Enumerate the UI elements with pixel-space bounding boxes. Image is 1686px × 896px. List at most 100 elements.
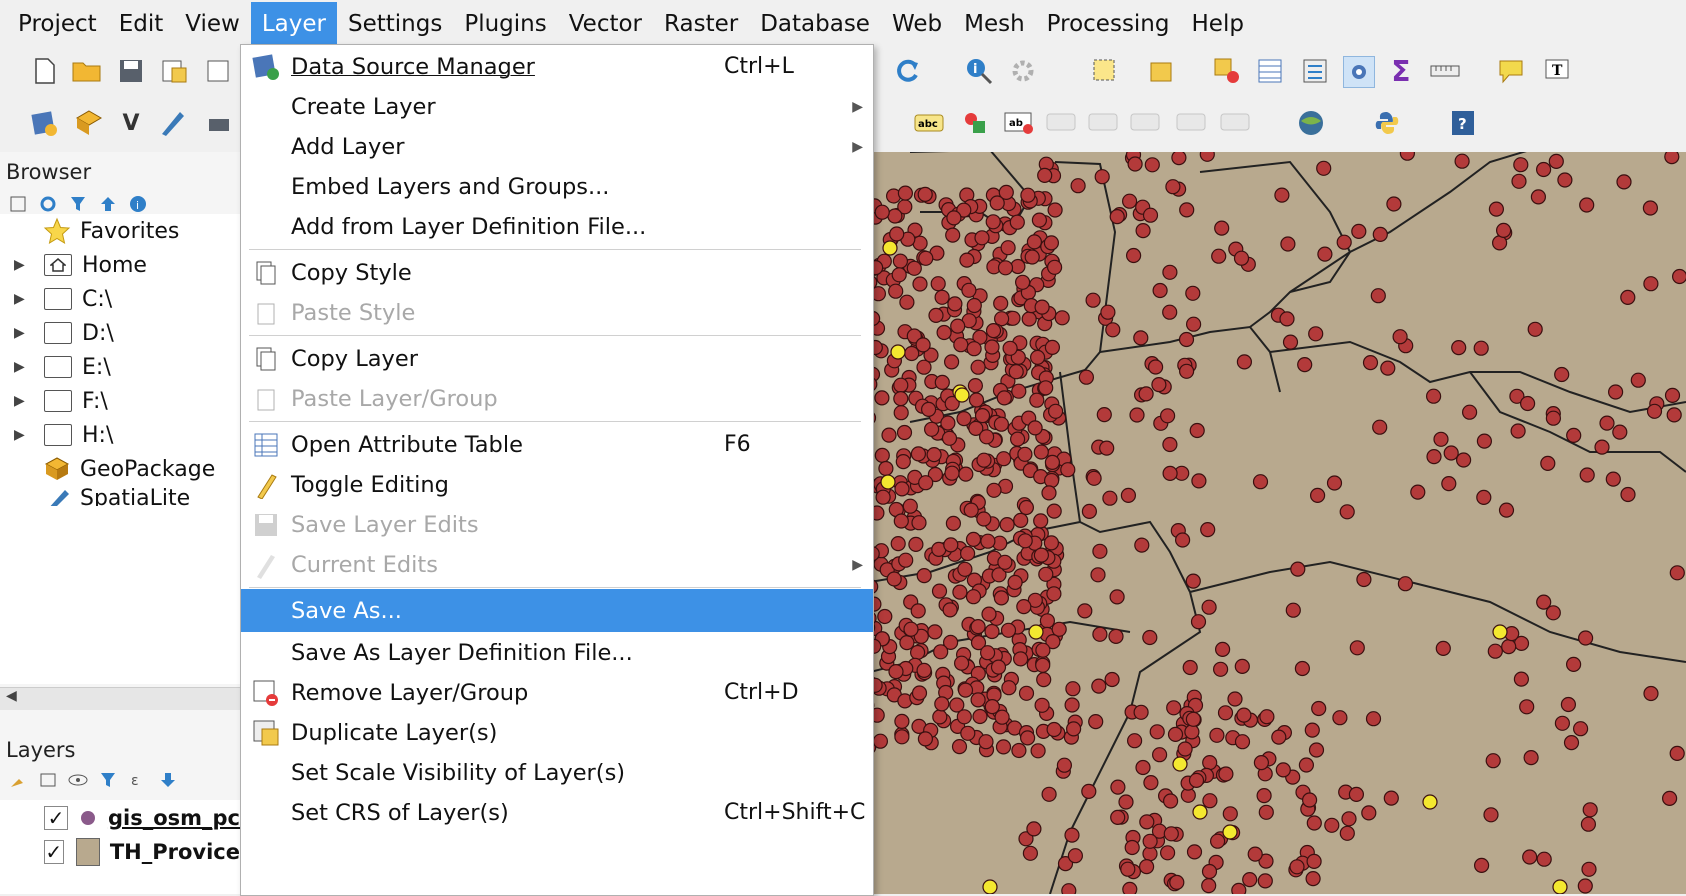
attribute-table-icon[interactable] <box>1255 56 1285 86</box>
browser-item-e-drive[interactable]: ▶ E:\ <box>0 350 240 384</box>
style-brush-icon[interactable] <box>8 770 28 790</box>
data-source-manager-icon[interactable] <box>30 108 60 138</box>
label-pin-icon[interactable] <box>1046 108 1076 138</box>
expand-arrow-icon[interactable]: ▶ <box>14 393 28 409</box>
menu-plugins[interactable]: Plugins <box>453 2 557 46</box>
refresh-icon[interactable] <box>38 194 58 214</box>
label-rotate-icon[interactable] <box>1176 108 1206 138</box>
add-group-icon[interactable] <box>38 770 58 790</box>
layer-visibility-checkbox[interactable]: ✓ <box>44 806 68 830</box>
label-diagram-icon[interactable] <box>960 108 990 138</box>
new-geopackage-icon[interactable] <box>74 108 104 138</box>
browser-item-spatialite[interactable]: SpatiaLite <box>0 486 240 506</box>
field-calculator-icon[interactable] <box>1300 56 1330 86</box>
layer-item-th-provice[interactable]: ✓ TH_Provice <box>0 836 240 868</box>
menu-item-duplicate-layers[interactable]: Duplicate Layer(s) <box>241 711 873 754</box>
map-canvas[interactable] <box>870 152 1686 894</box>
refresh-icon[interactable] <box>892 56 922 86</box>
expand-all-icon[interactable] <box>158 770 178 790</box>
gps-icon[interactable] <box>204 108 234 138</box>
menu-project[interactable]: Project <box>0 2 108 46</box>
browser-item-favorites[interactable]: Favorites <box>0 214 240 248</box>
menu-vector[interactable]: Vector <box>558 2 653 46</box>
menu-help[interactable]: Help <box>1181 2 1255 46</box>
open-project-icon[interactable] <box>72 56 102 86</box>
save-as-project-icon[interactable] <box>160 56 190 86</box>
expand-arrow-icon[interactable]: ▶ <box>14 325 28 341</box>
menu-raster[interactable]: Raster <box>653 2 749 46</box>
menu-item-add-from-definition[interactable]: Add from Layer Definition File... <box>241 205 873 248</box>
menu-web[interactable]: Web <box>881 2 953 46</box>
expand-arrow-icon[interactable]: ▶ <box>14 291 28 307</box>
layers-list[interactable]: ✓ gis_osm_pc ✓ TH_Provice <box>0 800 240 894</box>
label-move-icon[interactable] <box>1130 108 1160 138</box>
filter-expression-icon[interactable]: ε <box>128 770 148 790</box>
python-console-icon[interactable] <box>1372 108 1402 138</box>
menu-item-set-scale-visibility[interactable]: Set Scale Visibility of Layer(s) <box>241 751 873 794</box>
label-change-icon[interactable] <box>1220 108 1250 138</box>
menu-item-save-layer-edits[interactable]: Save Layer Edits <box>241 503 873 546</box>
menu-item-copy-layer[interactable]: Copy Layer <box>241 337 873 380</box>
new-virtual-layer-icon[interactable]: V <box>116 108 146 138</box>
menu-item-open-attribute-table[interactable]: Open Attribute Table F6 <box>241 423 873 466</box>
menu-item-create-layer[interactable]: Create Layer ▶ <box>241 85 873 128</box>
processing-toolbox-icon[interactable] <box>1343 56 1375 88</box>
menu-item-toggle-editing[interactable]: Toggle Editing <box>241 463 873 506</box>
text-annotation-icon[interactable]: T <box>1542 56 1572 86</box>
layer-visibility-checkbox[interactable]: ✓ <box>44 840 64 864</box>
menu-edit[interactable]: Edit <box>108 2 175 46</box>
collapse-all-icon[interactable] <box>98 194 118 214</box>
label-show-hide-icon[interactable] <box>1088 108 1118 138</box>
info-icon[interactable]: i <box>128 194 148 214</box>
new-project-icon[interactable] <box>30 56 60 86</box>
menu-item-paste-layer-group[interactable]: Paste Layer/Group <box>241 377 873 420</box>
menu-item-data-source-manager[interactable]: Data Source Manager Ctrl+L <box>241 45 873 88</box>
expand-arrow-icon[interactable]: ▶ <box>14 359 28 375</box>
menu-view[interactable]: View <box>174 2 251 46</box>
filter-icon[interactable] <box>98 770 118 790</box>
label-tool-icon[interactable]: ab <box>1004 108 1034 138</box>
menu-item-add-layer[interactable]: Add Layer ▶ <box>241 125 873 168</box>
globe-plugin-icon[interactable] <box>1296 108 1326 138</box>
select-features-icon[interactable] <box>1090 56 1120 86</box>
browser-horizontal-scrollbar[interactable]: ◀ <box>0 687 240 710</box>
deselect-icon[interactable] <box>1212 56 1242 86</box>
statistics-sigma-icon[interactable]: Σ <box>1386 56 1416 86</box>
expand-arrow-icon[interactable]: ▶ <box>14 427 28 443</box>
menu-item-save-as[interactable]: Save As... <box>241 589 873 632</box>
menu-item-embed-layers[interactable]: Embed Layers and Groups... <box>241 165 873 208</box>
menu-layer[interactable]: Layer <box>251 2 337 46</box>
layer-item-gis-osm[interactable]: ✓ gis_osm_pc <box>0 802 240 834</box>
menu-settings[interactable]: Settings <box>337 2 453 46</box>
browser-item-h-drive[interactable]: ▶ H:\ <box>0 418 240 452</box>
action-gear-icon[interactable] <box>1008 56 1038 86</box>
menu-processing[interactable]: Processing <box>1036 2 1181 46</box>
menu-database[interactable]: Database <box>749 2 881 46</box>
identify-icon[interactable]: i <box>964 56 994 86</box>
scroll-left-arrow-icon[interactable]: ◀ <box>6 688 17 704</box>
label-abc-icon[interactable]: abc <box>914 108 944 138</box>
menu-item-copy-style[interactable]: Copy Style <box>241 251 873 294</box>
measure-ruler-icon[interactable] <box>1430 56 1460 86</box>
browser-item-d-drive[interactable]: ▶ D:\ <box>0 316 240 350</box>
browser-item-c-drive[interactable]: ▶ C:\ <box>0 282 240 316</box>
browser-item-geopackage[interactable]: GeoPackage <box>0 452 240 486</box>
browser-item-home[interactable]: ▶ Home <box>0 248 240 282</box>
add-selected-icon[interactable] <box>8 194 28 214</box>
filter-icon[interactable] <box>68 194 88 214</box>
expand-arrow-icon[interactable]: ▶ <box>14 257 28 273</box>
print-layout-icon[interactable] <box>204 56 234 86</box>
digitize-pen-icon[interactable] <box>158 108 188 138</box>
save-project-icon[interactable] <box>116 56 146 86</box>
browser-item-f-drive[interactable]: ▶ F:\ <box>0 384 240 418</box>
menu-item-paste-style[interactable]: Paste Style <box>241 291 873 334</box>
help-icon[interactable]: ? <box>1448 108 1478 138</box>
menu-item-save-as-layer-definition[interactable]: Save As Layer Definition File... <box>241 631 873 674</box>
menu-item-set-crs[interactable]: Set CRS of Layer(s) Ctrl+Shift+C <box>241 791 873 834</box>
select-by-value-icon[interactable] <box>1147 56 1177 86</box>
menu-item-remove-layer-group[interactable]: Remove Layer/Group Ctrl+D <box>241 671 873 714</box>
menu-item-current-edits[interactable]: Current Edits ▶ <box>241 543 873 586</box>
map-tips-icon[interactable] <box>1496 56 1526 86</box>
visibility-eye-icon[interactable] <box>68 770 88 790</box>
browser-tree[interactable]: Favorites ▶ Home ▶ C:\ ▶ D:\ ▶ E:\ ▶ F:\ <box>0 214 240 684</box>
